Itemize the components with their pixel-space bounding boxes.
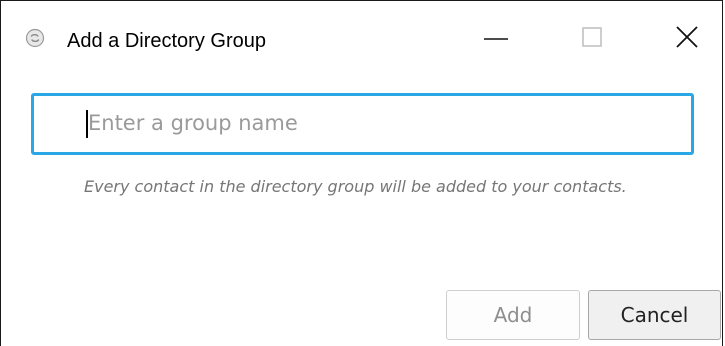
minimize-icon	[484, 25, 508, 54]
add-button[interactable]: Add	[446, 290, 580, 340]
help-text: Every contact in the directory group wil…	[84, 177, 627, 196]
group-name-field[interactable]	[31, 93, 694, 155]
window-title: Add a Directory Group	[67, 30, 266, 52]
group-name-input[interactable]	[88, 102, 678, 144]
cancel-button[interactable]: Cancel	[588, 290, 721, 340]
close-icon	[675, 25, 699, 54]
minimize-button[interactable]	[472, 19, 520, 59]
maximize-button[interactable]	[568, 19, 616, 59]
close-button[interactable]	[663, 19, 711, 59]
title-bar[interactable]: Add a Directory Group	[1, 1, 722, 81]
app-logo-icon	[25, 28, 45, 48]
add-directory-group-dialog: Add a Directory Group Enter a group name…	[0, 0, 723, 346]
maximize-icon	[581, 26, 603, 53]
